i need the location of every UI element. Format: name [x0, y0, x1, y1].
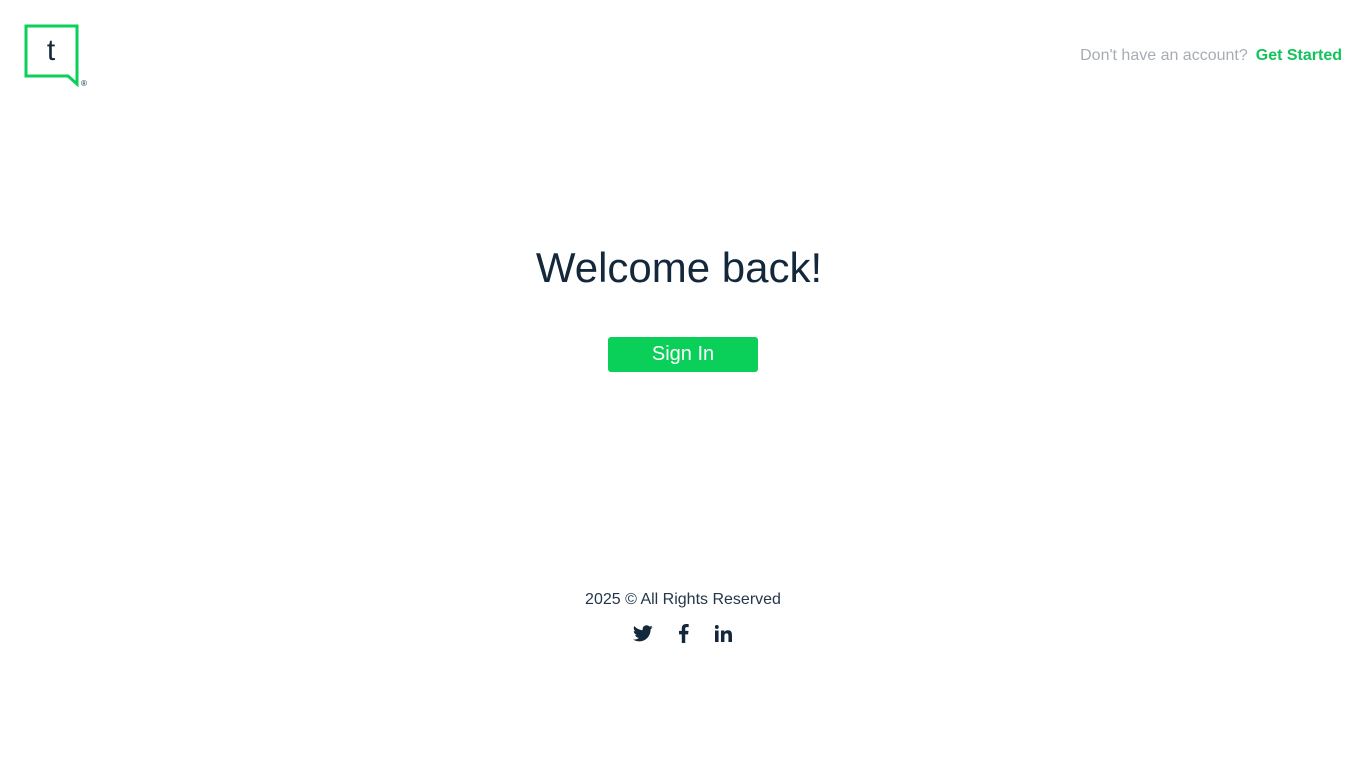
- hero: Welcome back! Sign In: [0, 240, 1366, 372]
- brand-logo[interactable]: t ®: [24, 24, 90, 88]
- login-page: t ® Don't have an account? Get Started W…: [0, 0, 1366, 768]
- account-prompt: Don't have an account?: [1080, 47, 1248, 64]
- footer: 2025 © All Rights Reserved: [0, 589, 1366, 643]
- account-bar: Don't have an account? Get Started: [1080, 45, 1342, 67]
- page-title: Welcome back!: [535, 244, 823, 291]
- logo-letter: t: [47, 34, 56, 67]
- copyright-text: 2025 © All Rights Reserved: [585, 591, 781, 608]
- registered-mark: ®: [81, 79, 87, 88]
- logo-icon: t ®: [24, 24, 87, 88]
- linkedin-link[interactable]: [713, 623, 733, 643]
- get-started-link[interactable]: Get Started: [1256, 47, 1342, 65]
- facebook-icon: [678, 623, 689, 643]
- sign-in-button[interactable]: Sign In: [608, 337, 758, 372]
- facebook-link[interactable]: [673, 623, 693, 643]
- twitter-icon: [633, 624, 653, 641]
- twitter-link[interactable]: [633, 623, 653, 643]
- social-links: [0, 623, 1366, 643]
- linkedin-icon: [714, 624, 732, 642]
